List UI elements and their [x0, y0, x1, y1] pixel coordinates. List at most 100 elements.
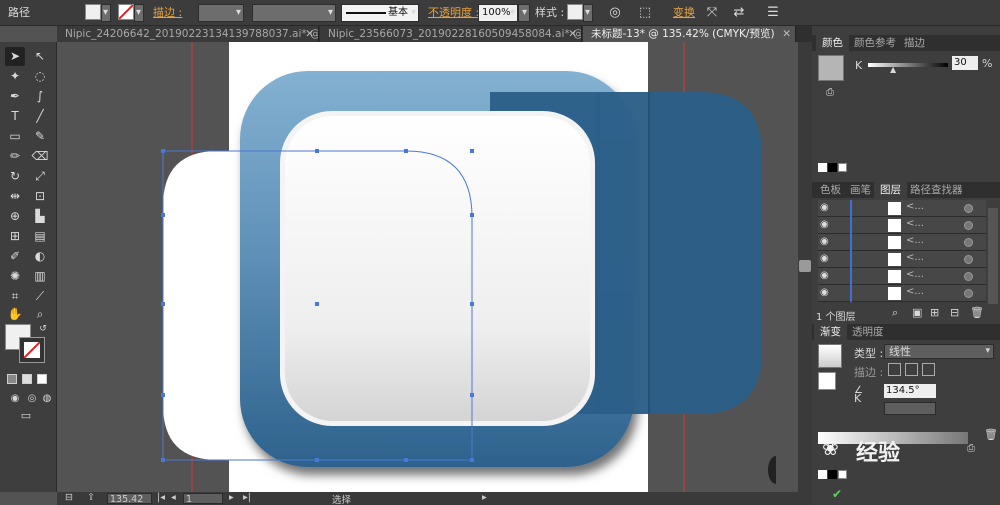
free-transform-icon[interactable]: ⊡ — [30, 187, 50, 206]
tab-document-1[interactable]: Nipic_24206642_20190223134139788037.ai* … — [57, 26, 319, 42]
target-icon[interactable] — [964, 221, 973, 230]
width-tool-icon[interactable]: ⇹ — [5, 187, 25, 206]
black-color-icon[interactable] — [828, 470, 837, 479]
pencil-icon[interactable]: ✏ — [5, 147, 25, 166]
swap-colors-icon[interactable]: ↺ — [33, 320, 53, 339]
type-tool-icon[interactable]: T — [5, 107, 25, 126]
line-tool-icon[interactable]: ╱ — [30, 107, 50, 126]
selection-tool-icon[interactable]: ➤ — [5, 47, 25, 66]
delete-layer-icon[interactable]: 🗑 — [970, 306, 984, 319]
layer-row[interactable]: ◉ <... — [818, 285, 986, 302]
eraser-icon[interactable]: ⌫ — [30, 147, 50, 166]
stroke-link[interactable]: 描边 : — [153, 4, 182, 22]
transform-link[interactable]: 变换 — [673, 4, 695, 22]
eyedropper-icon[interactable]: ✐ — [5, 247, 25, 266]
magic-wand-icon[interactable]: ✦ — [5, 67, 25, 86]
tab-document-active[interactable]: 未标题-13* @ 135.42% (CMYK/预览) ✕ — [583, 26, 796, 42]
screen-mode-icon[interactable]: ▭ — [16, 406, 36, 425]
paintbrush-icon[interactable]: ✎ — [30, 127, 50, 146]
layer-row[interactable]: ◉ <... — [818, 200, 986, 217]
gradient-mode-icon[interactable] — [22, 374, 32, 384]
blend-tool-icon[interactable]: ◐ — [30, 247, 50, 266]
align-icon[interactable]: ⬚ — [636, 4, 654, 22]
tab-color[interactable]: 颜色 — [816, 35, 849, 51]
target-icon[interactable] — [964, 204, 973, 213]
recolor-icon[interactable]: ◎ — [606, 4, 624, 22]
eye-icon[interactable]: ◉ — [820, 253, 832, 264]
draw-inside-icon[interactable]: ◍ — [37, 389, 57, 408]
first-page-icon[interactable]: |◂ — [157, 492, 165, 503]
zoom-field[interactable]: 135.42 — [107, 493, 152, 505]
eye-icon[interactable]: ◉ — [820, 202, 832, 213]
stroke-color-box[interactable] — [19, 337, 45, 363]
opacity-dropdown[interactable] — [518, 4, 530, 22]
color-mode-icon[interactable] — [7, 374, 17, 384]
panel-menu-icon[interactable]: ☰ — [764, 4, 782, 22]
angle-field[interactable]: 134.5° — [884, 384, 936, 398]
new-layer-icon[interactable]: ⊟ — [950, 306, 959, 319]
artboard-tool-icon[interactable]: ⌗ — [5, 287, 25, 306]
tab-document-2[interactable]: Nipic_23566073_20190228160509458084.ai* … — [320, 26, 582, 42]
tab-gradient[interactable]: 渐变 — [814, 324, 847, 340]
stroke-dropdown[interactable] — [134, 4, 144, 22]
column-graph-icon[interactable]: ▥ — [30, 267, 50, 286]
tab-color-guide[interactable]: 颜色参考 — [848, 35, 902, 51]
status-menu-icon[interactable]: ▸ — [482, 492, 487, 503]
aspect-field[interactable] — [884, 402, 936, 415]
zoom-out-icon[interactable]: ⊟ — [65, 492, 73, 503]
close-icon[interactable]: ✕ — [568, 26, 577, 42]
fill-swatch[interactable] — [85, 4, 101, 20]
share-icon[interactable]: ⇪ — [87, 492, 95, 503]
eye-icon[interactable]: ◉ — [820, 287, 832, 298]
tab-transparency[interactable]: 透明度 — [846, 324, 890, 340]
layer-row[interactable]: ◉ <... — [818, 268, 986, 285]
target-icon[interactable] — [964, 238, 973, 247]
pen-tool-icon[interactable]: ✒ — [5, 87, 25, 106]
fill-dropdown[interactable] — [101, 4, 111, 22]
style-swatch[interactable] — [567, 4, 583, 20]
slider-handle-icon[interactable]: ▲ — [890, 65, 896, 74]
gradient-tool-icon[interactable]: ▤ — [30, 227, 50, 246]
hand-tool-icon[interactable]: ✋ — [5, 305, 25, 324]
none-color-icon[interactable] — [818, 470, 827, 479]
next-page-icon[interactable]: ▸ — [229, 492, 234, 503]
layer-row[interactable]: ◉ <... — [818, 234, 986, 251]
rotate-icon[interactable]: ↻ — [5, 167, 25, 186]
tab-layers[interactable]: 图层 — [874, 182, 907, 198]
close-icon[interactable]: ✕ — [305, 26, 314, 42]
stroke-none-swatch[interactable] — [118, 4, 134, 20]
rectangle-tool-icon[interactable]: ▭ — [5, 127, 25, 146]
target-icon[interactable] — [964, 272, 973, 281]
variable-width-dropdown[interactable] — [252, 4, 336, 22]
white-color-icon[interactable] — [838, 470, 847, 479]
layer-row[interactable]: ◉ <... — [818, 251, 986, 268]
gradient-type-select[interactable]: 线性 ▾ — [884, 344, 994, 359]
mesh-icon[interactable]: ⊞ — [5, 227, 25, 246]
black-color-icon[interactable] — [828, 163, 837, 172]
stroke-gradient-icon-1[interactable] — [888, 363, 901, 376]
canvas-area[interactable] — [57, 42, 798, 492]
none-color-icon[interactable] — [818, 163, 827, 172]
style-dropdown[interactable] — [583, 4, 593, 22]
stroke-weight-field[interactable] — [198, 4, 244, 22]
stroke-gradient-icon-2[interactable] — [905, 363, 918, 376]
prev-page-icon[interactable]: ◂ — [171, 492, 176, 503]
gradient-fill-box[interactable] — [818, 372, 836, 390]
scale-icon[interactable]: ⤢ — [30, 167, 50, 186]
k-value-field[interactable]: 30 — [952, 56, 978, 70]
arrange-icon[interactable]: ⇄ — [730, 4, 748, 22]
vertical-scrollbar[interactable] — [798, 42, 812, 492]
tab-pathfinder[interactable]: 路径查找器 — [904, 182, 969, 198]
target-icon[interactable] — [964, 289, 973, 298]
lasso-icon[interactable]: ◌ — [30, 67, 50, 86]
tab-stroke[interactable]: 描边 — [898, 35, 931, 51]
k-slider[interactable] — [868, 63, 948, 67]
symbol-sprayer-icon[interactable]: ✺ — [5, 267, 25, 286]
tab-swatches[interactable]: 色板 — [814, 182, 847, 198]
delete-stop-icon[interactable]: 🗑 — [984, 428, 998, 441]
layer-row[interactable]: ◉ <... — [818, 217, 986, 234]
slice-tool-icon[interactable]: ⟋ — [30, 287, 50, 306]
isolate-icon[interactable]: ⤧ — [703, 4, 721, 22]
shape-builder-icon[interactable]: ⊕ — [5, 207, 25, 226]
none-mode-icon[interactable] — [37, 374, 47, 384]
